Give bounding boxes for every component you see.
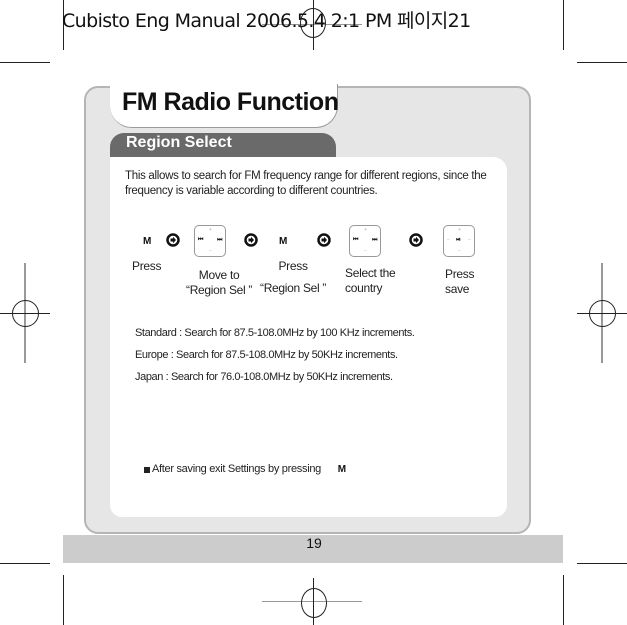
bullet-icon [144, 467, 150, 473]
navigation-pad-icon: + ⏮ ⏭ − [194, 225, 226, 257]
arrow-right-icon [409, 233, 423, 247]
region-standard: Standard : Search for 87.5-108.0MHz by 1… [135, 327, 415, 339]
arrow-right-icon [166, 233, 180, 247]
crop-mark [0, 563, 50, 564]
crop-mark [577, 62, 627, 63]
minus-glyph: − [458, 248, 461, 254]
section-title: Region Select [126, 134, 232, 151]
registration-circle [589, 300, 616, 327]
plus-glyph: + [458, 227, 461, 233]
m-key-icon: M [143, 236, 152, 247]
print-header: Cubisto Eng Manual 2006.5.4 2:1 PM 페이지21 [62, 10, 471, 32]
m-key-icon: M [279, 236, 288, 247]
minus-glyph: − [447, 237, 450, 243]
minus-glyph: − [468, 237, 471, 243]
crop-mark [563, 575, 564, 625]
registration-circle [301, 588, 327, 618]
region-europe: Europe : Search for 87.5-108.0MHz by 50K… [135, 349, 398, 361]
crop-mark [0, 62, 50, 63]
plus-glyph: + [209, 227, 212, 233]
arrow-right-icon [244, 233, 258, 247]
page-number: 19 [306, 535, 322, 551]
intro-text: This allows to search for FM frequency r… [125, 170, 487, 197]
play-pause-icon: ⏯ [456, 237, 461, 243]
registration-circle [12, 300, 39, 327]
step-label: Press “Region Sel ” [260, 259, 327, 295]
prev-icon: ⏮ [198, 237, 204, 243]
minus-glyph: − [209, 248, 212, 254]
navigation-pad-icon: + ⏮ ⏭ − [349, 225, 381, 257]
step-label: Select the country [345, 266, 396, 295]
next-icon: ⏭ [372, 237, 378, 243]
m-key-icon: M [337, 464, 346, 475]
crop-mark [63, 575, 64, 625]
crop-mark [577, 563, 627, 564]
prev-icon: ⏮ [353, 237, 359, 243]
plus-glyph: + [364, 227, 367, 233]
step-label: Press save [445, 267, 475, 296]
step-label: Move to “Region Sel ” [186, 268, 253, 297]
next-icon: ⏭ [217, 237, 223, 243]
minus-glyph: − [364, 248, 367, 254]
note: After saving exit Settings by pressing M [144, 463, 346, 475]
page-title: FM Radio Function [122, 88, 339, 116]
step-label: Press [132, 259, 162, 273]
arrow-right-icon [317, 233, 331, 247]
crop-mark [563, 0, 564, 50]
region-japan: Japan : Search for 76.0-108.0MHz by 50KH… [135, 371, 393, 383]
play-pad-icon: + − ⏯ − − [443, 225, 475, 257]
